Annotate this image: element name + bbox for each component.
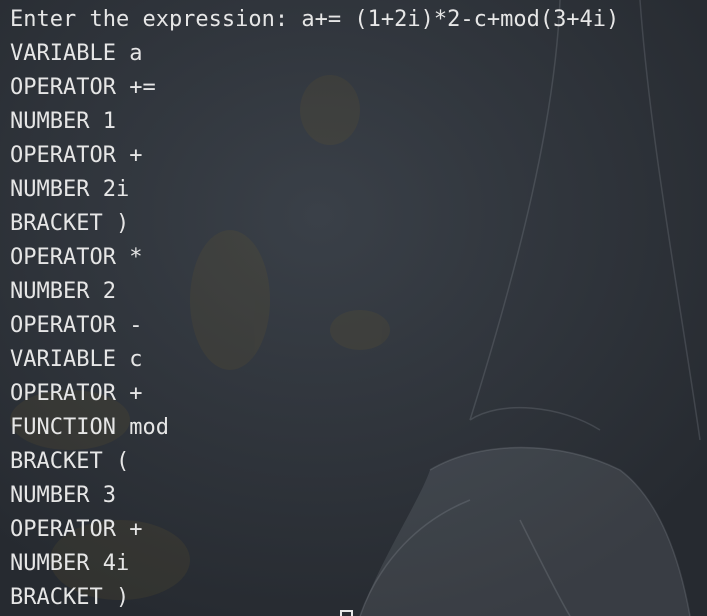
token-list: VARIABLE a OPERATOR += NUMBER 1 OPERATOR + N… [10,37,707,615]
token-type: OPERATOR [10,75,116,100]
token-value: * [129,245,143,270]
token-value: a [129,41,143,66]
token-type: BRACKET [10,585,103,610]
token-type: VARIABLE [10,41,116,66]
prompt-label: Enter the expression: [10,7,302,32]
token-value: + [129,381,143,406]
token-value: + [129,517,143,542]
token-line: NUMBER 1 [10,105,707,139]
token-type: OPERATOR [10,313,116,338]
token-type: OPERATOR [10,245,116,270]
text-cursor [340,610,353,616]
token-line: OPERATOR += [10,71,707,105]
token-value: ) [115,211,130,236]
terminal-output[interactable]: Enter the expression: a+= (1+2i)*2-c+mod… [10,3,707,616]
token-type: VARIABLE [10,347,116,372]
token-line: VARIABLE c [10,343,707,377]
token-value: ( [115,449,130,474]
prompt-line: Enter the expression: a+= (1+2i)*2-c+mod… [10,3,707,37]
token-value: 2 [102,279,116,304]
token-value: 2i [102,177,130,202]
token-type: BRACKET [10,449,103,474]
token-value: += [129,75,156,100]
token-line: VARIABLE a [10,37,707,71]
token-line: BRACKET ) [10,581,707,615]
token-line: BRACKET ( [10,445,707,479]
token-type: OPERATOR [10,517,116,542]
token-type: NUMBER [10,551,90,576]
token-line: OPERATOR + [10,377,707,411]
token-value: - [129,313,143,338]
token-value: ) [115,585,130,610]
token-type: NUMBER [10,279,90,304]
token-type: OPERATOR [10,143,116,168]
token-value: + [129,143,143,168]
token-type: FUNCTION [10,415,116,440]
token-line: NUMBER 2 [10,275,707,309]
token-value: c [129,347,143,372]
token-type: NUMBER [10,483,90,508]
token-type: BRACKET [10,211,103,236]
token-line: OPERATOR + [10,513,707,547]
token-line: OPERATOR - [10,309,707,343]
token-line: FUNCTION mod [10,411,707,445]
token-value: mod [129,415,169,440]
token-line: NUMBER 3 [10,479,707,513]
token-line: NUMBER 2i [10,173,707,207]
token-value: 3 [102,483,116,508]
token-line: NUMBER 4i [10,547,707,581]
token-line: OPERATOR * [10,241,707,275]
token-type: OPERATOR [10,381,116,406]
token-line: OPERATOR + [10,139,707,173]
token-line: BRACKET ) [10,207,707,241]
expression-input: a+= (1+2i)*2-c+mod(3+4i) [301,7,620,32]
token-type: NUMBER [10,109,90,134]
token-value: 1 [102,109,116,134]
token-type: NUMBER [10,177,90,202]
token-value: 4i [102,551,130,576]
